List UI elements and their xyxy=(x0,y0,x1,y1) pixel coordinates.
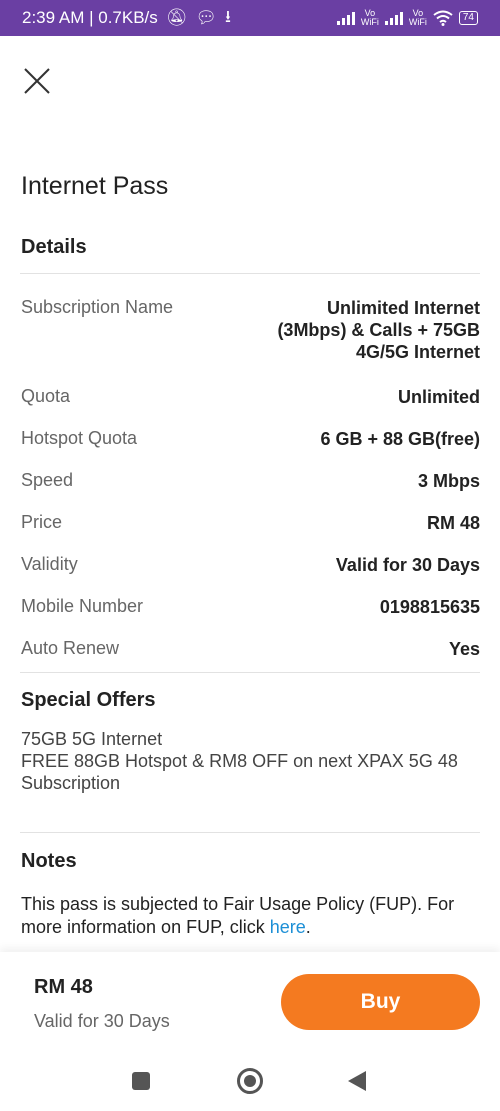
chat-icon: 💬︎ xyxy=(195,8,217,27)
back-icon[interactable] xyxy=(348,1071,366,1091)
detail-row-auto-renew: Auto Renew Yes xyxy=(21,638,480,660)
row-value: Unlimited Internet (3Mbps) & Calls + 75G… xyxy=(277,298,480,362)
footer-price: RM 48 xyxy=(34,976,93,998)
details-title: Details xyxy=(21,236,87,258)
row-value: RM 48 xyxy=(426,513,480,533)
buy-button[interactable]: Buy xyxy=(281,974,480,1030)
notes-suffix: . xyxy=(305,917,311,937)
divider xyxy=(20,832,480,833)
vowifi-label: Vo WiFi xyxy=(360,8,379,27)
notes-title: Notes xyxy=(21,850,77,872)
purchase-bar: RM 48 Valid for 30 Days Buy xyxy=(0,952,500,1052)
navigation-bar xyxy=(0,1052,500,1111)
row-value: 0198815635 xyxy=(379,597,480,617)
status-bar: 2:39 AM | 0.7KB/s 🔕︎ 💬︎ ⭳ Vo WiFi Vo WiF… xyxy=(0,0,500,36)
wifi-icon xyxy=(433,10,453,26)
row-value: 6 GB + 88 GB(free) xyxy=(320,429,480,449)
detail-row-validity: Validity Valid for 30 Days xyxy=(21,554,480,576)
special-offers-text: 75GB 5G Internet FREE 88GB Hotspot & RM8… xyxy=(21,728,481,794)
signal-icon-2 xyxy=(384,11,403,25)
status-left: 2:39 AM | 0.7KB/s 🔕︎ 💬︎ ⭳ xyxy=(22,4,231,33)
row-label: Validity xyxy=(21,554,78,574)
row-value: 3 Mbps xyxy=(417,471,480,491)
detail-row-subscription-name: Subscription Name Unlimited Internet (3M… xyxy=(21,297,480,363)
row-label: Mobile Number xyxy=(21,596,144,616)
mute-icon: 🔕︎ xyxy=(165,8,188,27)
row-label: Quota xyxy=(21,386,71,406)
status-time: 2:39 AM | 0.7KB/s xyxy=(22,8,158,27)
divider xyxy=(20,672,480,673)
detail-row-quota: Quota Unlimited xyxy=(21,386,480,408)
row-label: Hotspot Quota xyxy=(21,428,138,448)
row-label: Speed xyxy=(21,470,74,490)
notes-body: This pass is subjected to Fair Usage Pol… xyxy=(21,894,455,937)
detail-row-hotspot-quota: Hotspot Quota 6 GB + 88 GB(free) xyxy=(21,428,480,450)
home-icon[interactable] xyxy=(237,1068,263,1094)
row-label: Subscription Name xyxy=(21,297,174,317)
detail-row-price: Price RM 48 xyxy=(21,512,480,534)
row-label: Price xyxy=(21,512,63,532)
row-value: Unlimited xyxy=(397,387,480,407)
notes-text: This pass is subjected to Fair Usage Pol… xyxy=(21,893,481,939)
detail-row-speed: Speed 3 Mbps xyxy=(21,470,480,492)
battery-icon: 74 xyxy=(458,11,478,25)
row-value: Valid for 30 Days xyxy=(335,555,480,575)
offer-line: FREE 88GB Hotspot & RM8 OFF on next XPAX… xyxy=(21,751,458,793)
special-offers-title: Special Offers xyxy=(21,689,156,711)
fup-link[interactable]: here xyxy=(270,917,306,937)
signal-icon xyxy=(336,11,355,25)
download-icon: ⭳ xyxy=(224,6,231,26)
footer-validity: Valid for 30 Days xyxy=(34,1011,170,1031)
offer-line: 75GB 5G Internet xyxy=(21,729,163,749)
recent-apps-icon[interactable] xyxy=(132,1072,150,1090)
status-right: Vo WiFi Vo WiFi 74 xyxy=(336,8,478,27)
vowifi-label-2: Vo WiFi xyxy=(408,8,427,27)
divider xyxy=(20,273,480,274)
row-label: Auto Renew xyxy=(21,638,120,658)
row-value: Yes xyxy=(448,639,480,659)
close-icon[interactable] xyxy=(22,66,52,96)
detail-row-mobile-number: Mobile Number 0198815635 xyxy=(21,596,480,618)
battery-level: 74 xyxy=(462,12,474,23)
page-title: Internet Pass xyxy=(21,172,169,200)
